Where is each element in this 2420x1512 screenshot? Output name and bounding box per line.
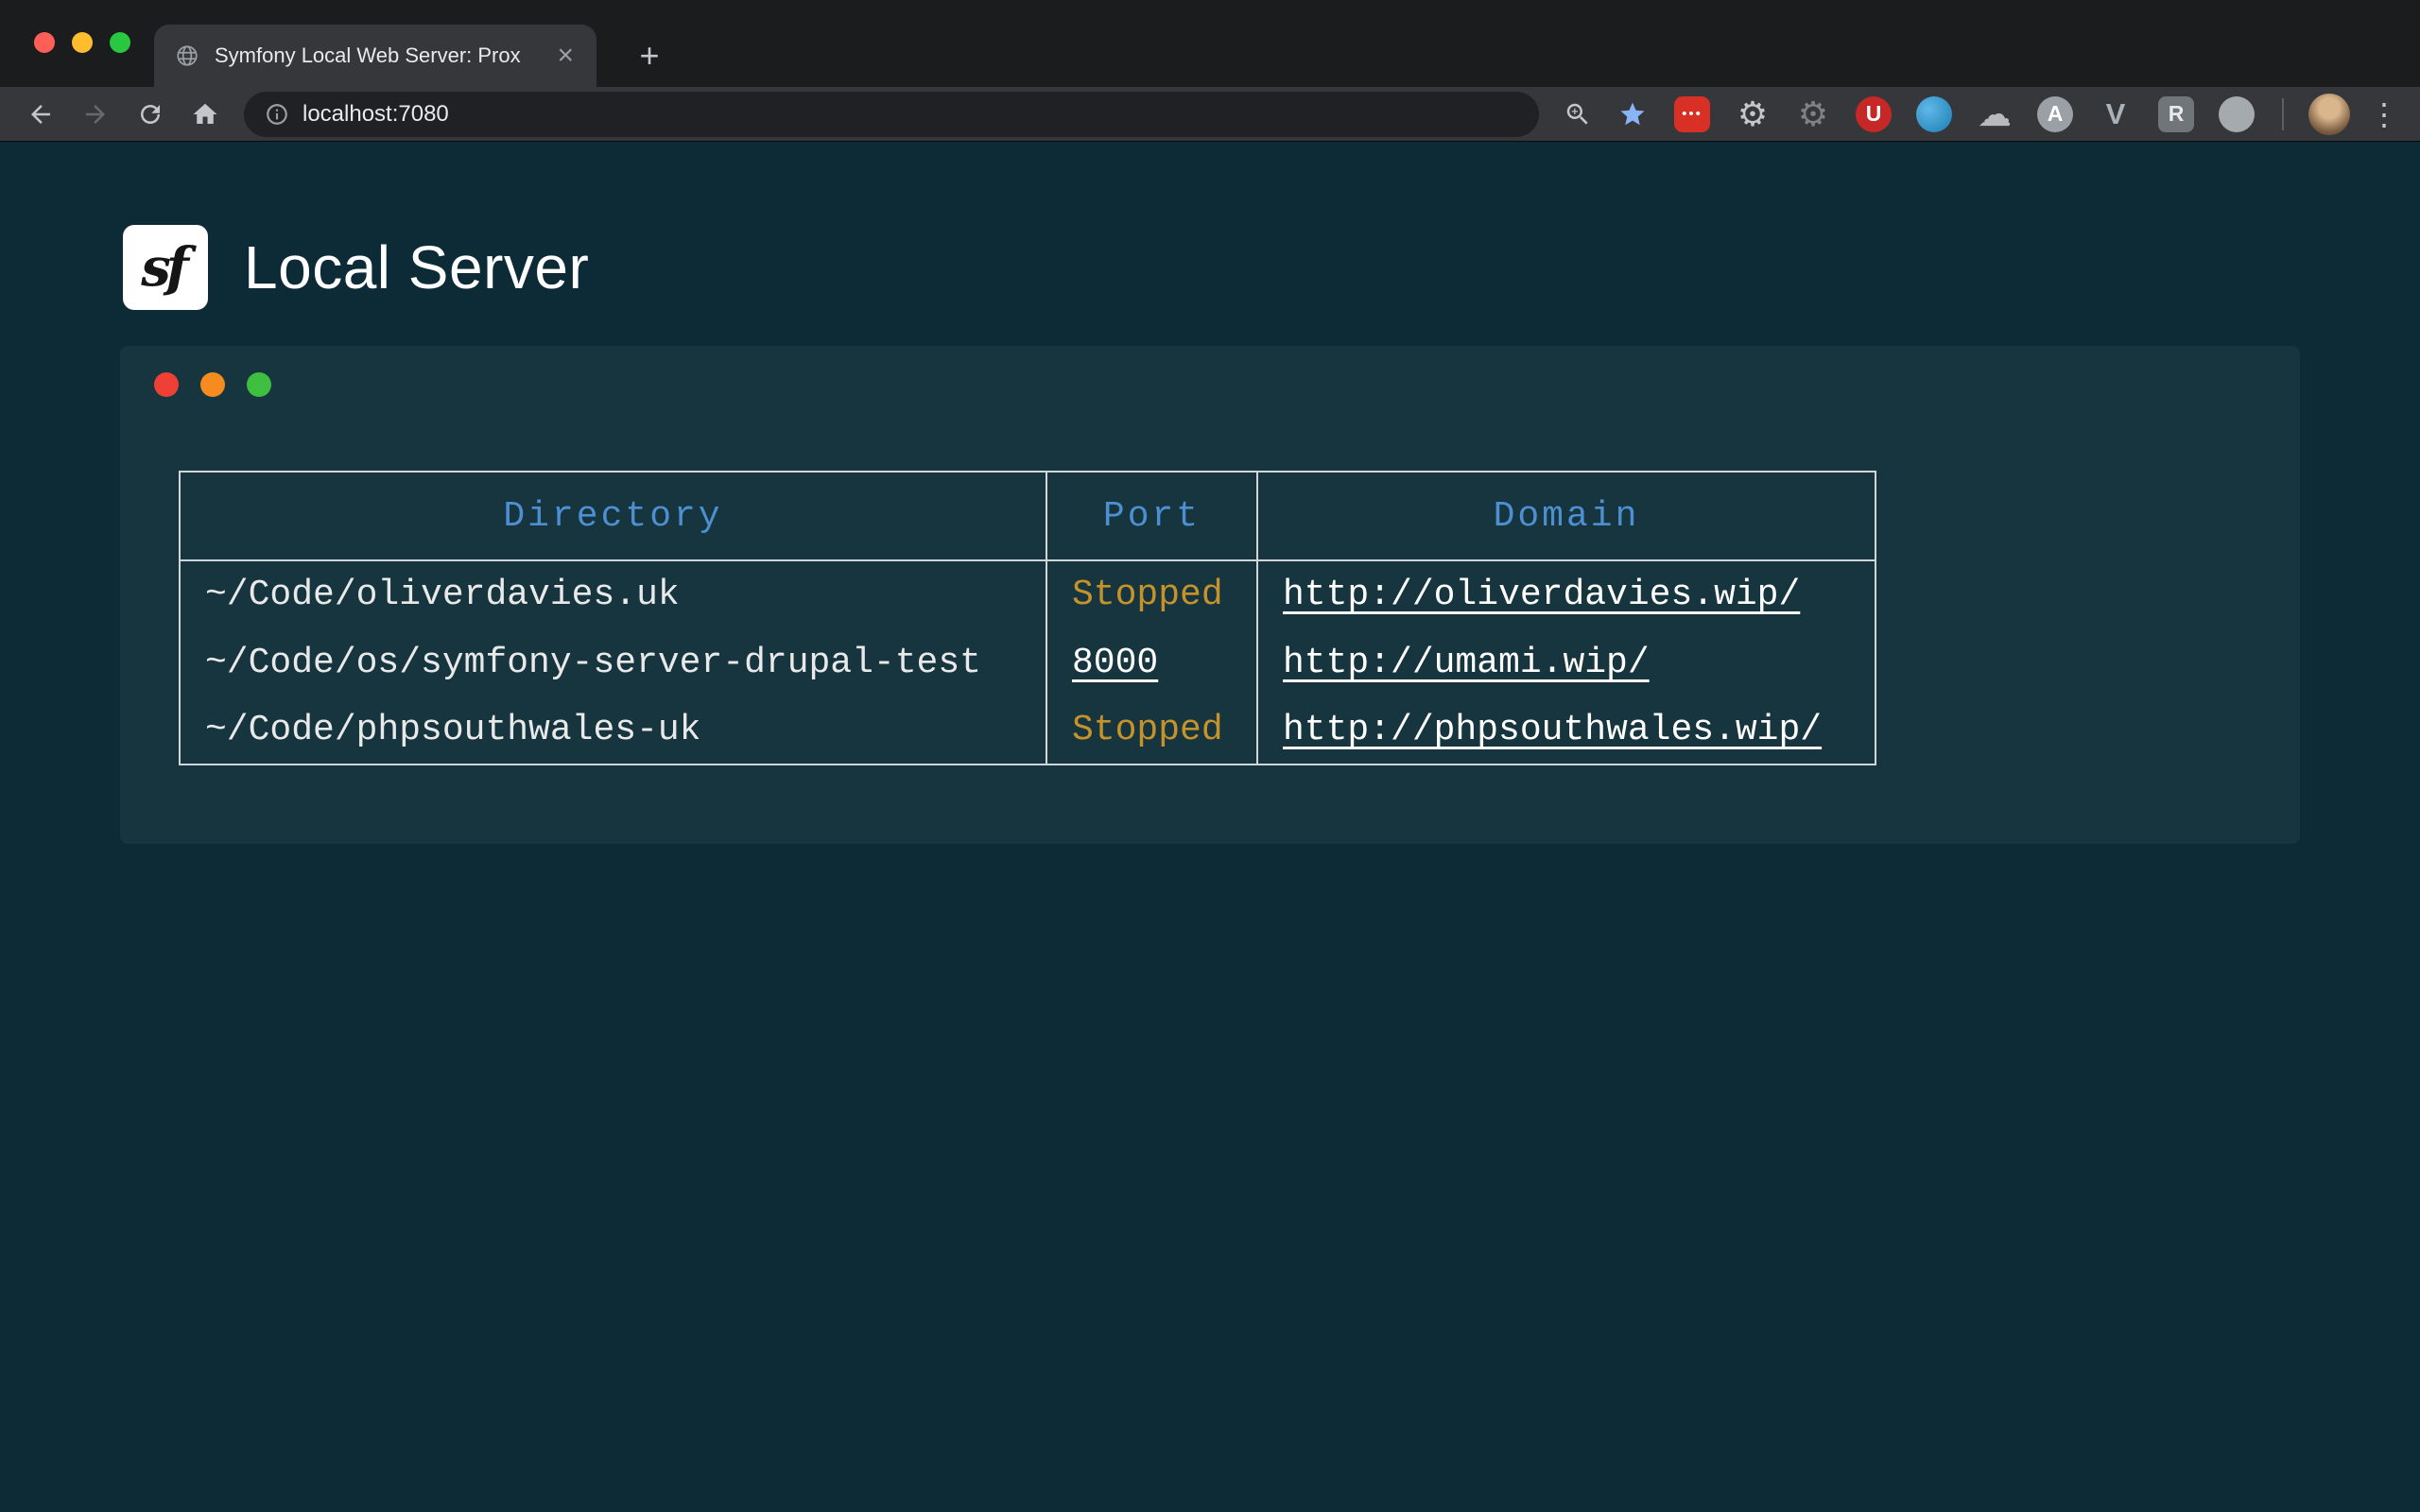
window-minimize-button[interactable]	[72, 32, 93, 53]
forward-arrow-icon	[81, 100, 110, 129]
letter-r-extension-icon[interactable]: R	[2158, 96, 2194, 132]
port-cell: Stopped	[1046, 696, 1257, 765]
directory-cell: ~/Code/phpsouthwales-uk	[180, 696, 1046, 765]
browser-window: Symfony Local Web Server: Prox × + local…	[0, 0, 2420, 1512]
status-stopped-badge: Stopped	[1072, 575, 1223, 615]
domain-cell: http://umami.wip/	[1257, 628, 1876, 696]
letter-a-extension-icon[interactable]: A	[2037, 96, 2073, 132]
column-header-directory: Directory	[180, 472, 1046, 560]
browser-toolbar: localhost:7080 ••• ⚙ ⚙ U ☁ A V R ⋮	[0, 87, 2420, 142]
browser-tab[interactable]: Symfony Local Web Server: Prox ×	[154, 25, 596, 87]
url-text[interactable]: localhost:7080	[302, 101, 449, 128]
tab-title: Symfony Local Web Server: Prox	[215, 43, 540, 68]
panel-red-dot-icon	[154, 372, 179, 397]
bookmark-star-button[interactable]	[1607, 89, 1658, 140]
brand-header: sf Local Server	[0, 142, 2420, 310]
domain-cell: http://oliverdavies.wip/	[1257, 560, 1876, 628]
page-content: sf Local Server Directory Port Domain	[0, 142, 2420, 1512]
domain-cell: http://phpsouthwales.wip/	[1257, 696, 1876, 765]
column-header-domain: Domain	[1257, 472, 1876, 560]
panel-orange-dot-icon	[200, 372, 225, 397]
profile-avatar[interactable]	[2308, 94, 2350, 135]
new-tab-button[interactable]: +	[628, 34, 671, 77]
home-icon	[191, 100, 219, 129]
github-extension-icon[interactable]	[2219, 96, 2255, 132]
symfony-logo: sf	[123, 225, 208, 310]
domain-link[interactable]: http://umami.wip/	[1283, 643, 1650, 683]
panel-window-dots	[120, 346, 2300, 397]
server-panel: Directory Port Domain ~/Code/oliverdavie…	[120, 346, 2300, 844]
port-link[interactable]: 8000	[1072, 643, 1158, 683]
servers-table: Directory Port Domain ~/Code/oliverdavie…	[179, 471, 1876, 765]
star-icon	[1618, 100, 1647, 129]
titlebar: Symfony Local Web Server: Prox × +	[0, 0, 2420, 87]
u-badge-extension-icon[interactable]: U	[1856, 96, 1892, 132]
extensions-bar: ••• ⚙ ⚙ U ☁ A V R	[1662, 96, 2267, 132]
table-row: ~/Code/oliverdavies.uk Stopped http://ol…	[180, 560, 1876, 628]
info-icon[interactable]	[265, 102, 289, 127]
page-zoom-button[interactable]	[1552, 89, 1603, 140]
forward-button[interactable]	[70, 89, 121, 140]
blue-globe-extension-icon[interactable]	[1916, 96, 1952, 132]
page-title: Local Server	[244, 232, 589, 302]
status-stopped-badge: Stopped	[1072, 710, 1223, 750]
domain-link[interactable]: http://oliverdavies.wip/	[1283, 575, 1800, 615]
reload-button[interactable]	[125, 89, 176, 140]
window-zoom-button[interactable]	[110, 32, 130, 53]
port-cell: 8000	[1046, 628, 1257, 696]
column-header-port: Port	[1046, 472, 1257, 560]
home-button[interactable]	[180, 89, 231, 140]
symfony-logo-glyph: sf	[141, 236, 184, 299]
table-row: ~/Code/phpsouthwales-uk Stopped http://p…	[180, 696, 1876, 765]
reload-icon	[136, 100, 164, 129]
table-row: ~/Code/os/symfony-server-drupal-test 800…	[180, 628, 1876, 696]
window-close-button[interactable]	[34, 32, 55, 53]
toolbar-divider	[2282, 98, 2284, 130]
browser-menu-button[interactable]: ⋮	[2363, 94, 2405, 135]
domain-link[interactable]: http://phpsouthwales.wip/	[1283, 710, 1822, 750]
directory-cell: ~/Code/oliverdavies.uk	[180, 560, 1046, 628]
port-cell: Stopped	[1046, 560, 1257, 628]
window-controls	[34, 32, 130, 53]
gear-extension-icon[interactable]: ⚙	[1735, 96, 1771, 132]
tab-close-icon[interactable]: ×	[555, 42, 576, 70]
address-bar[interactable]: localhost:7080	[244, 92, 1539, 137]
red-ellipsis-extension-icon[interactable]: •••	[1674, 96, 1710, 132]
back-button[interactable]	[15, 89, 66, 140]
zoom-in-icon	[1564, 100, 1592, 129]
dark-gear-extension-icon[interactable]: ⚙	[1795, 96, 1831, 132]
directory-cell: ~/Code/os/symfony-server-drupal-test	[180, 628, 1046, 696]
letter-v-extension-icon[interactable]: V	[2098, 96, 2134, 132]
cloud-extension-icon[interactable]: ☁	[1977, 96, 2013, 132]
table-header-row: Directory Port Domain	[180, 472, 1876, 560]
panel-green-dot-icon	[247, 372, 271, 397]
globe-favicon-icon	[175, 43, 199, 68]
back-arrow-icon	[26, 100, 55, 129]
